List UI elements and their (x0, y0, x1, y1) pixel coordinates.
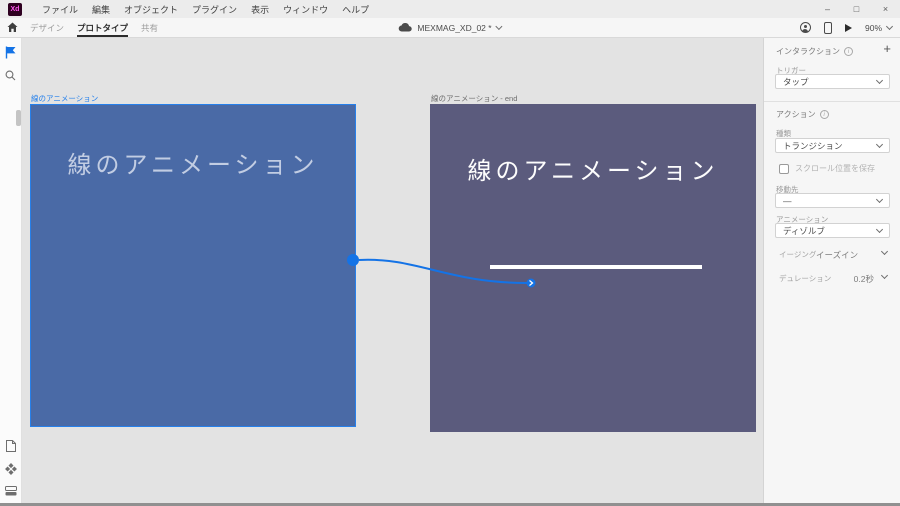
libraries-icon[interactable] (6, 440, 16, 452)
minimize-button[interactable]: – (813, 0, 842, 18)
chevron-down-icon (876, 195, 883, 202)
trigger-dropdown[interactable]: タップ (775, 74, 890, 89)
menu-items: ファイル 編集 オブジェクト プラグイン 表示 ウィンドウ ヘルプ (42, 3, 369, 16)
mode-tabs: デザイン プロトタイプ 共有 (30, 18, 158, 37)
zoom-level: 90% (865, 23, 882, 33)
preserve-scroll-label: スクロール位置を保存 (795, 163, 875, 174)
easing-label: イージング (779, 249, 816, 260)
easing-row[interactable]: イージング イーズイン (764, 247, 900, 261)
menu-item-object[interactable]: オブジェクト (124, 3, 178, 16)
chevron-down-icon (876, 140, 883, 147)
type-dropdown[interactable]: トランジション (775, 138, 890, 153)
chevron-down-icon (886, 22, 893, 29)
chevron-down-icon (876, 225, 883, 232)
chevron-down-icon (496, 22, 503, 29)
share-user-icon[interactable] (800, 22, 811, 33)
info-icon: i (820, 110, 829, 119)
inspector-panel: インタラクション i + トリガー タップ アクション i 種類 トランジション… (763, 38, 900, 506)
line-shape (490, 265, 702, 269)
destination-value: — (783, 196, 792, 206)
animation-dropdown[interactable]: ディゾルブ (775, 223, 890, 238)
chevron-down-icon (881, 272, 888, 279)
document-name: MEXMAG_XD_02 * (417, 23, 491, 33)
artboard-start-heading: 線のアニメーション (31, 145, 355, 180)
preserve-scroll-checkbox[interactable] (779, 164, 789, 174)
left-tool-rail (0, 38, 22, 506)
chevron-down-icon (881, 248, 888, 255)
tab-share[interactable]: 共有 (141, 18, 158, 37)
maximize-button[interactable]: □ (842, 0, 871, 18)
scrollbar-thumb[interactable] (16, 110, 21, 126)
type-value: トランジション (783, 140, 843, 152)
artboard-title-end[interactable]: 線のアニメーション - end (431, 93, 517, 104)
preserve-scroll-row: スクロール位置を保存 (779, 163, 875, 174)
duration-label: デュレーション (779, 273, 831, 284)
animation-value: ディゾルブ (783, 225, 825, 237)
chevron-down-icon (876, 76, 883, 83)
zoom-control[interactable]: 90% (865, 23, 892, 33)
duration-value[interactable]: 0.2秒 (854, 273, 874, 285)
menu-item-plugins[interactable]: プラグイン (192, 3, 237, 16)
prototype-pointer-icon[interactable] (5, 46, 17, 59)
device-preview-icon[interactable] (824, 22, 832, 34)
section-divider (764, 101, 900, 102)
tab-prototype[interactable]: プロトタイプ (77, 18, 128, 37)
artboard-end-heading: 線のアニメーション (430, 151, 756, 186)
menu-item-edit[interactable]: 編集 (92, 3, 110, 16)
menu-item-window[interactable]: ウィンドウ (283, 3, 328, 16)
rail-top-tools (0, 38, 21, 81)
assets-icon[interactable] (5, 463, 17, 475)
close-button[interactable]: × (871, 0, 900, 18)
tab-design[interactable]: デザイン (30, 18, 64, 37)
info-icon: i (844, 47, 853, 56)
trigger-value: タップ (783, 76, 809, 88)
home-icon[interactable] (7, 22, 18, 33)
cloud-icon (398, 23, 412, 32)
menu-item-file[interactable]: ファイル (42, 3, 78, 16)
artboard-end[interactable]: 線のアニメーション (430, 104, 756, 432)
play-preview-icon[interactable] (845, 24, 852, 32)
window-controls: – □ × (813, 0, 900, 18)
menubar: Xd ファイル 編集 オブジェクト プラグイン 表示 ウィンドウ ヘルプ – □… (0, 0, 900, 18)
toolbar-right: 90% (800, 18, 892, 37)
duration-row[interactable]: デュレーション 0.2秒 (764, 271, 900, 285)
easing-value[interactable]: イーズイン (816, 249, 858, 261)
artboard-start[interactable]: 線のアニメーション (30, 104, 356, 427)
document-title[interactable]: MEXMAG_XD_02 * (398, 18, 501, 37)
xd-logo: Xd (8, 3, 22, 16)
artboard-title-start[interactable]: 線のアニメーション (31, 93, 98, 104)
interaction-section-header: インタラクション i (776, 46, 853, 57)
action-section-label: アクション (776, 109, 816, 120)
canvas[interactable]: 線のアニメーション 線のアニメーション - end 線のアニメーション 線のアニ… (22, 38, 763, 506)
layers-icon[interactable] (5, 486, 17, 496)
action-section-header: アクション i (776, 109, 829, 120)
rail-bottom-tools (0, 440, 21, 496)
menu-item-view[interactable]: 表示 (251, 3, 269, 16)
destination-dropdown[interactable]: — (775, 193, 890, 208)
menu-item-help[interactable]: ヘルプ (342, 3, 369, 16)
interaction-section-label: インタラクション (776, 46, 840, 57)
app-toolbar: デザイン プロトタイプ 共有 MEXMAG_XD_02 * 90% (0, 18, 900, 38)
add-interaction-button[interactable]: + (883, 42, 891, 55)
zoom-tool-icon[interactable] (5, 70, 16, 81)
